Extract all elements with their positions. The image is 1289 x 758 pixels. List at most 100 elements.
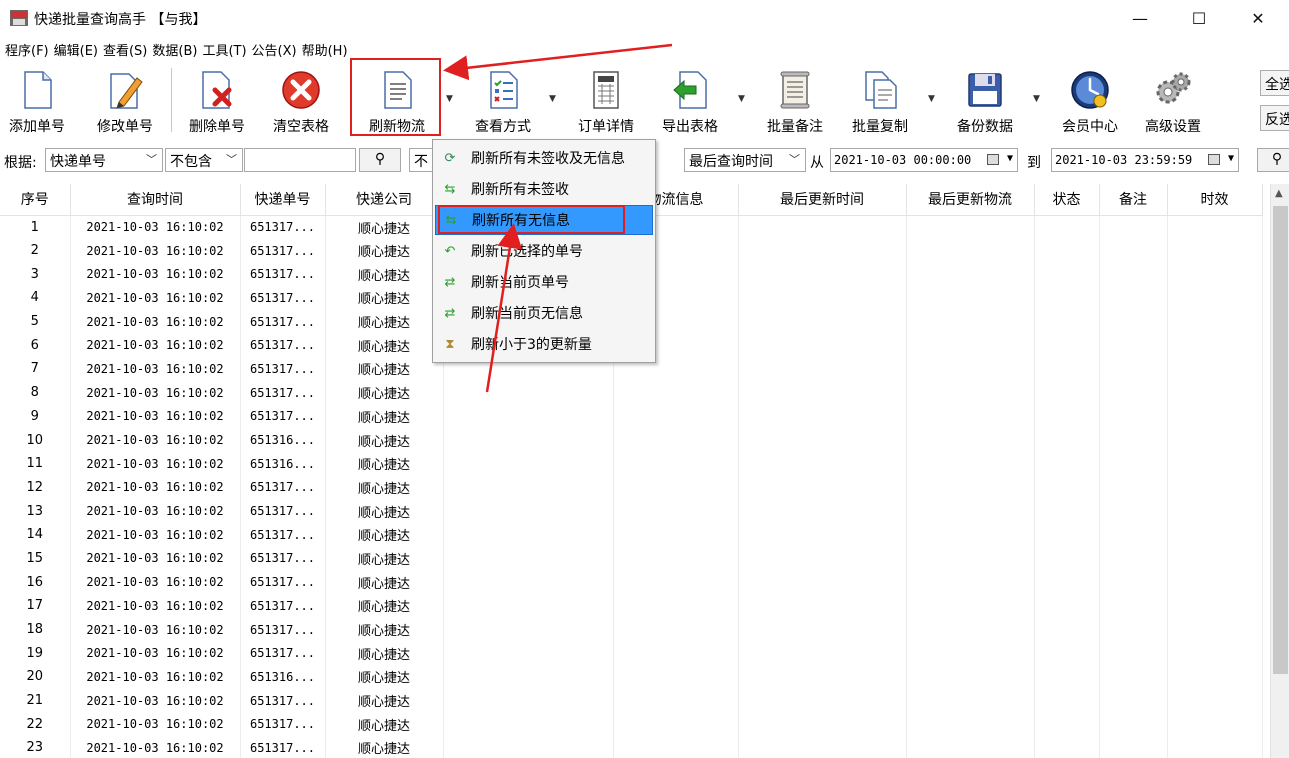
table-cell — [613, 522, 739, 547]
column-header[interactable]: 快递单号 — [240, 184, 326, 216]
table-cell — [1034, 380, 1100, 405]
refresh-menu-item[interactable]: ⟳ 刷新所有未签收及无信息 — [435, 143, 653, 173]
table-cell — [906, 286, 1035, 310]
batch-copy-button[interactable]: 批量复制 — [845, 66, 915, 136]
table-cell: 2021-10-03 16:10:02 — [70, 665, 241, 689]
scroll-thumb[interactable] — [1273, 206, 1288, 674]
column-header[interactable]: 状态 — [1034, 184, 1100, 216]
filter-field-select[interactable]: 快递单号 ﹀ — [45, 148, 163, 172]
invert-selection-button[interactable]: 反选 — [1260, 105, 1289, 131]
maximize-button[interactable]: ☐ — [1176, 0, 1222, 36]
table-cell — [738, 238, 907, 263]
filter-condition-select[interactable]: 不包含 ﹀ — [165, 148, 243, 172]
menu-help[interactable]: 帮助(H) — [301, 38, 352, 60]
table-row[interactable]: 23 2021-10-03 16:10:02 651317... 顺心捷达 — [0, 736, 1263, 758]
menu-tools[interactable]: 工具(T) — [201, 38, 250, 60]
table-cell: 2021-10-03 16:10:02 — [70, 357, 241, 381]
table-cell — [1034, 499, 1100, 523]
table-row[interactable]: 9 2021-10-03 16:10:02 651317... 顺心捷达 — [0, 404, 1263, 429]
menu-data[interactable]: 数据(B) — [151, 38, 201, 60]
page-pencil-icon — [110, 73, 143, 109]
table-row[interactable]: 13 2021-10-03 16:10:02 651317... 顺心捷达 — [0, 499, 1263, 523]
export-table-button[interactable]: 导出表格 — [655, 66, 725, 136]
refresh-menu-item[interactable]: ⇆ 刷新所有未签收 — [435, 174, 653, 204]
table-row[interactable]: 18 2021-10-03 16:10:02 651317... 顺心捷达 — [0, 617, 1263, 642]
column-header[interactable]: 最后更新时间 — [738, 184, 907, 216]
minimize-button[interactable]: — — [1117, 0, 1163, 36]
from-date-picker[interactable]: 2021-10-03 00:00:00 ▼ — [830, 148, 1018, 172]
table-row[interactable]: 16 2021-10-03 16:10:02 651317... 顺心捷达 — [0, 570, 1263, 594]
refresh-menu-item[interactable]: ⇄ 刷新当前页单号 — [435, 267, 653, 297]
delete-number-button[interactable]: 删除单号 — [184, 66, 250, 136]
dropdown-arrow-icon: ▼ — [1006, 153, 1013, 164]
table-cell — [1099, 309, 1168, 334]
vertical-scrollbar[interactable]: ▲ — [1270, 184, 1289, 758]
table-cell — [1099, 475, 1168, 500]
filter-text-input[interactable] — [244, 148, 356, 172]
table-cell — [613, 736, 739, 758]
add-number-button[interactable]: 添加单号 — [4, 66, 70, 136]
table-cell — [1099, 594, 1168, 618]
clear-table-button[interactable]: 清空表格 — [268, 66, 334, 136]
batch-note-button[interactable]: 批量备注 — [760, 66, 830, 136]
menu-program[interactable]: 程序(F) — [4, 38, 53, 60]
export-dropdown-arrow[interactable]: ▼ — [738, 94, 745, 104]
search-button[interactable]: ⚲ — [359, 148, 401, 172]
menu-item-label: 刷新所有未签收 — [471, 182, 569, 198]
table-row[interactable]: 8 2021-10-03 16:10:02 651317... 顺心捷达 — [0, 380, 1263, 405]
table-cell: 651317... — [240, 546, 326, 571]
member-center-button[interactable]: 会员中心 — [1055, 66, 1125, 136]
table-row[interactable]: 14 2021-10-03 16:10:02 651317... 顺心捷达 — [0, 522, 1263, 547]
column-header[interactable]: 时效 — [1167, 184, 1263, 216]
blank-page-icon — [24, 71, 52, 109]
column-header[interactable]: 最后更新物流 — [906, 184, 1035, 216]
table-row[interactable]: 11 2021-10-03 16:10:02 651316... 顺心捷达 — [0, 451, 1263, 476]
column-header[interactable]: 快递公司 — [325, 184, 444, 216]
table-cell — [1167, 404, 1263, 429]
window-title: 快递批量查询高手 【与我】 — [34, 12, 207, 28]
menu-edit[interactable]: 编辑(E) — [53, 38, 102, 60]
table-row[interactable]: 21 2021-10-03 16:10:02 651317... 顺心捷达 — [0, 688, 1263, 713]
table-cell: 顺心捷达 — [325, 357, 444, 381]
advanced-settings-button[interactable]: 高级设置 — [1138, 66, 1208, 136]
menu-announcement[interactable]: 公告(X) — [251, 38, 301, 60]
table-row[interactable]: 20 2021-10-03 16:10:02 651316... 顺心捷达 — [0, 665, 1263, 689]
refresh-menu-item[interactable]: ↶ 刷新已选择的单号 — [435, 236, 653, 266]
view-dropdown-arrow[interactable]: ▼ — [549, 94, 556, 104]
table-row[interactable]: 17 2021-10-03 16:10:02 651317... 顺心捷达 — [0, 594, 1263, 618]
column-header[interactable]: 序号 — [0, 184, 71, 216]
table-cell — [906, 333, 1035, 358]
table-cell: 651317... — [240, 380, 326, 405]
table-row[interactable]: 15 2021-10-03 16:10:02 651317... 顺心捷达 — [0, 546, 1263, 571]
column-header[interactable]: 查询时间 — [70, 184, 241, 216]
select-all-button[interactable]: 全选 — [1260, 70, 1289, 96]
table-cell — [1167, 380, 1263, 405]
copy-dropdown-arrow[interactable]: ▼ — [928, 94, 935, 104]
table-row[interactable]: 22 2021-10-03 16:10:02 651317... 顺心捷达 — [0, 712, 1263, 737]
edit-number-button[interactable]: 修改单号 — [90, 66, 160, 136]
menu-view[interactable]: 查看(S) — [102, 38, 151, 60]
table-cell — [738, 546, 907, 571]
table-cell: 2021-10-03 16:10:02 — [70, 215, 241, 239]
chevron-down-icon: ﹀ — [226, 153, 237, 166]
refresh-menu-item[interactable]: ⧗ 刷新小于3的更新量 — [435, 329, 653, 359]
refresh-dropdown-arrow[interactable]: ▼ — [446, 94, 453, 104]
close-button[interactable]: ✕ — [1235, 0, 1281, 36]
backup-dropdown-arrow[interactable]: ▼ — [1033, 94, 1040, 104]
date-search-button[interactable]: ⚲ — [1257, 148, 1289, 172]
scroll-up-arrow-icon[interactable]: ▲ — [1275, 188, 1283, 199]
backup-data-button[interactable]: 备份数据 — [950, 66, 1020, 136]
view-mode-button[interactable]: 查看方式 — [468, 66, 538, 136]
table-cell — [443, 380, 614, 405]
table-cell: 顺心捷达 — [325, 380, 444, 405]
table-row[interactable]: 10 2021-10-03 16:10:02 651316... 顺心捷达 — [0, 428, 1263, 452]
refresh-menu-item[interactable]: ⇄ 刷新当前页无信息 — [435, 298, 653, 328]
to-date-picker[interactable]: 2021-10-03 23:59:59 ▼ — [1051, 148, 1239, 172]
table-row[interactable]: 12 2021-10-03 16:10:02 651317... 顺心捷达 — [0, 475, 1263, 500]
table-cell — [738, 712, 907, 737]
table-row[interactable]: 19 2021-10-03 16:10:02 651317... 顺心捷达 — [0, 641, 1263, 666]
column-header[interactable]: 备注 — [1099, 184, 1168, 216]
time-field-select[interactable]: 最后查询时间 ﹀ — [684, 148, 806, 172]
order-detail-button[interactable]: 订单详情 — [571, 66, 641, 136]
table-cell — [1034, 594, 1100, 618]
